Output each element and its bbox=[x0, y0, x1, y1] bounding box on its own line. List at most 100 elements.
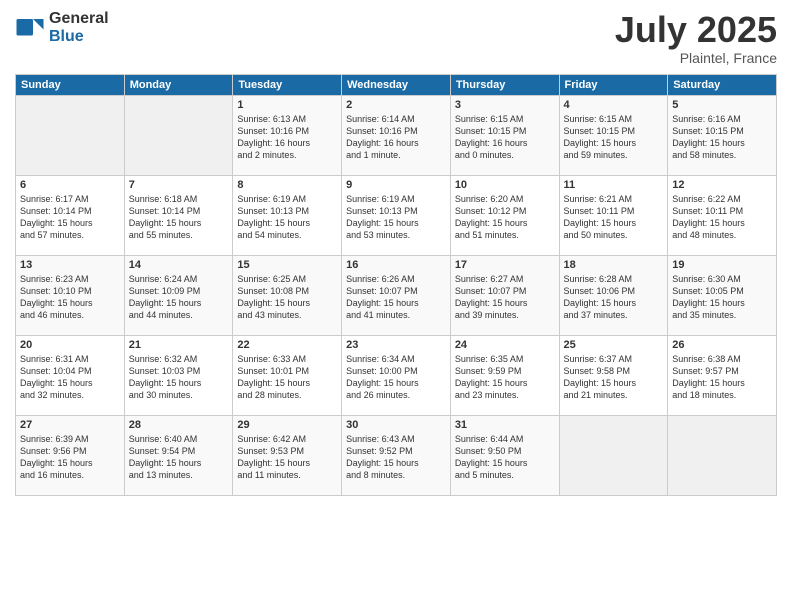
day-info: Sunrise: 6:19 AM Sunset: 10:13 PM Daylig… bbox=[346, 193, 446, 242]
week-row-2: 13Sunrise: 6:23 AM Sunset: 10:10 PM Dayl… bbox=[16, 255, 777, 335]
day-number: 2 bbox=[346, 99, 446, 111]
day-number: 14 bbox=[129, 259, 229, 271]
day-info: Sunrise: 6:20 AM Sunset: 10:12 PM Daylig… bbox=[455, 193, 555, 242]
day-cell: 18Sunrise: 6:28 AM Sunset: 10:06 PM Dayl… bbox=[559, 255, 668, 335]
day-info: Sunrise: 6:40 AM Sunset: 9:54 PM Dayligh… bbox=[129, 433, 229, 482]
day-info: Sunrise: 6:24 AM Sunset: 10:09 PM Daylig… bbox=[129, 273, 229, 322]
logo: General Blue bbox=[15, 10, 109, 45]
day-number: 10 bbox=[455, 179, 555, 191]
day-cell: 3Sunrise: 6:15 AM Sunset: 10:15 PM Dayli… bbox=[450, 95, 559, 175]
day-info: Sunrise: 6:37 AM Sunset: 9:58 PM Dayligh… bbox=[564, 353, 664, 402]
day-number: 1 bbox=[237, 99, 337, 111]
day-cell: 31 Sunrise: 6:44 AM Sunset: 9:50 PM Dayli… bbox=[450, 415, 559, 495]
col-monday: Monday bbox=[124, 74, 233, 95]
day-number: 8 bbox=[237, 179, 337, 191]
day-number: 15 bbox=[237, 259, 337, 271]
day-info: Sunrise: 6:38 AM Sunset: 9:57 PM Dayligh… bbox=[672, 353, 772, 402]
day-info: Sunrise: 6:15 AM Sunset: 10:15 PM Daylig… bbox=[564, 113, 664, 162]
day-number: 23 bbox=[346, 339, 446, 351]
day-cell: 9Sunrise: 6:19 AM Sunset: 10:13 PM Dayli… bbox=[342, 175, 451, 255]
day-cell: 2Sunrise: 6:14 AM Sunset: 10:16 PM Dayli… bbox=[342, 95, 451, 175]
day-cell: 22Sunrise: 6:33 AM Sunset: 10:01 PM Dayl… bbox=[233, 335, 342, 415]
day-info: Sunrise: 6:15 AM Sunset: 10:15 PM Daylig… bbox=[455, 113, 555, 162]
calendar-header: Sunday Monday Tuesday Wednesday Thursday… bbox=[16, 74, 777, 95]
day-info: Sunrise: 6:44 AM Sunset: 9:50 PM Dayligh… bbox=[455, 433, 555, 482]
day-info: Sunrise: 6:21 AM Sunset: 10:11 PM Daylig… bbox=[564, 193, 664, 242]
week-row-3: 20 Sunrise: 6:31 AM Sunset: 10:04 PM Dayl… bbox=[16, 335, 777, 415]
calendar-body: 1 Sunrise: 6:13 AM Sunset: 10:16 PM Dayli… bbox=[16, 95, 777, 495]
col-thursday: Thursday bbox=[450, 74, 559, 95]
day-number: 17 bbox=[455, 259, 555, 271]
col-saturday: Saturday bbox=[668, 74, 777, 95]
day-cell: 16 Sunrise: 6:26 AM Sunset: 10:07 PM Dayl… bbox=[342, 255, 451, 335]
day-info: Sunrise: 6:31 AM Sunset: 10:04 PM Daylig… bbox=[20, 353, 120, 402]
day-number: 21 bbox=[129, 339, 229, 351]
day-number: 25 bbox=[564, 339, 664, 351]
day-cell: 13Sunrise: 6:23 AM Sunset: 10:10 PM Dayl… bbox=[16, 255, 125, 335]
week-row-4: 27Sunrise: 6:39 AM Sunset: 9:56 PM Dayli… bbox=[16, 415, 777, 495]
calendar-table: Sunday Monday Tuesday Wednesday Thursday… bbox=[15, 74, 777, 496]
day-cell bbox=[559, 415, 668, 495]
logo-general: General bbox=[49, 10, 109, 28]
day-cell: 15 Sunrise: 6:25 AM Sunset: 10:08 PM Dayl… bbox=[233, 255, 342, 335]
day-number: 7 bbox=[129, 179, 229, 191]
day-info: Sunrise: 6:16 AM Sunset: 10:15 PM Daylig… bbox=[672, 113, 772, 162]
day-cell: 26 Sunrise: 6:38 AM Sunset: 9:57 PM Dayli… bbox=[668, 335, 777, 415]
day-info: Sunrise: 6:25 AM Sunset: 10:08 PM Daylig… bbox=[237, 273, 337, 322]
day-cell: 28 Sunrise: 6:40 AM Sunset: 9:54 PM Dayli… bbox=[124, 415, 233, 495]
day-cell: 1 Sunrise: 6:13 AM Sunset: 10:16 PM Dayli… bbox=[233, 95, 342, 175]
day-cell bbox=[668, 415, 777, 495]
day-number: 19 bbox=[672, 259, 772, 271]
day-number: 12 bbox=[672, 179, 772, 191]
col-wednesday: Wednesday bbox=[342, 74, 451, 95]
day-number: 6 bbox=[20, 179, 120, 191]
col-friday: Friday bbox=[559, 74, 668, 95]
day-cell: 27Sunrise: 6:39 AM Sunset: 9:56 PM Dayli… bbox=[16, 415, 125, 495]
day-info: Sunrise: 6:19 AM Sunset: 10:13 PM Daylig… bbox=[237, 193, 337, 242]
day-info: Sunrise: 6:26 AM Sunset: 10:07 PM Daylig… bbox=[346, 273, 446, 322]
header: General Blue July 2025 Plaintel, France bbox=[15, 10, 777, 66]
day-cell: 10 Sunrise: 6:20 AM Sunset: 10:12 PM Dayl… bbox=[450, 175, 559, 255]
day-cell: 14 Sunrise: 6:24 AM Sunset: 10:09 PM Dayl… bbox=[124, 255, 233, 335]
logo-icon bbox=[15, 13, 45, 43]
day-cell: 11Sunrise: 6:21 AM Sunset: 10:11 PM Dayl… bbox=[559, 175, 668, 255]
day-number: 20 bbox=[20, 339, 120, 351]
day-number: 4 bbox=[564, 99, 664, 111]
day-info: Sunrise: 6:35 AM Sunset: 9:59 PM Dayligh… bbox=[455, 353, 555, 402]
day-number: 22 bbox=[237, 339, 337, 351]
day-cell: 4 Sunrise: 6:15 AM Sunset: 10:15 PM Dayli… bbox=[559, 95, 668, 175]
day-number: 30 bbox=[346, 419, 446, 431]
day-number: 26 bbox=[672, 339, 772, 351]
week-row-0: 1 Sunrise: 6:13 AM Sunset: 10:16 PM Dayli… bbox=[16, 95, 777, 175]
day-cell: 12 Sunrise: 6:22 AM Sunset: 10:11 PM Dayl… bbox=[668, 175, 777, 255]
day-cell: 19 Sunrise: 6:30 AM Sunset: 10:05 PM Dayl… bbox=[668, 255, 777, 335]
day-info: Sunrise: 6:28 AM Sunset: 10:06 PM Daylig… bbox=[564, 273, 664, 322]
week-row-1: 6Sunrise: 6:17 AM Sunset: 10:14 PM Dayli… bbox=[16, 175, 777, 255]
day-number: 27 bbox=[20, 419, 120, 431]
day-number: 16 bbox=[346, 259, 446, 271]
day-cell: 8 Sunrise: 6:19 AM Sunset: 10:13 PM Dayli… bbox=[233, 175, 342, 255]
day-info: Sunrise: 6:23 AM Sunset: 10:10 PM Daylig… bbox=[20, 273, 120, 322]
day-info: Sunrise: 6:43 AM Sunset: 9:52 PM Dayligh… bbox=[346, 433, 446, 482]
day-cell: 29Sunrise: 6:42 AM Sunset: 9:53 PM Dayli… bbox=[233, 415, 342, 495]
day-info: Sunrise: 6:22 AM Sunset: 10:11 PM Daylig… bbox=[672, 193, 772, 242]
day-info: Sunrise: 6:27 AM Sunset: 10:07 PM Daylig… bbox=[455, 273, 555, 322]
month-title: July 2025 bbox=[615, 10, 777, 50]
day-info: Sunrise: 6:30 AM Sunset: 10:05 PM Daylig… bbox=[672, 273, 772, 322]
col-sunday: Sunday bbox=[16, 74, 125, 95]
day-cell: 21Sunrise: 6:32 AM Sunset: 10:03 PM Dayl… bbox=[124, 335, 233, 415]
logo-blue: Blue bbox=[49, 28, 109, 46]
day-number: 31 bbox=[455, 419, 555, 431]
day-cell: 25 Sunrise: 6:37 AM Sunset: 9:58 PM Dayli… bbox=[559, 335, 668, 415]
day-cell: 5Sunrise: 6:16 AM Sunset: 10:15 PM Dayli… bbox=[668, 95, 777, 175]
title-block: July 2025 Plaintel, France bbox=[615, 10, 777, 66]
location: Plaintel, France bbox=[615, 50, 777, 66]
day-cell: 7Sunrise: 6:18 AM Sunset: 10:14 PM Dayli… bbox=[124, 175, 233, 255]
day-info: Sunrise: 6:13 AM Sunset: 10:16 PM Daylig… bbox=[237, 113, 337, 162]
day-number: 24 bbox=[455, 339, 555, 351]
day-number: 28 bbox=[129, 419, 229, 431]
header-row: Sunday Monday Tuesday Wednesday Thursday… bbox=[16, 74, 777, 95]
day-cell: 23Sunrise: 6:34 AM Sunset: 10:00 PM Dayl… bbox=[342, 335, 451, 415]
day-cell: 24 Sunrise: 6:35 AM Sunset: 9:59 PM Dayli… bbox=[450, 335, 559, 415]
day-cell: 17 Sunrise: 6:27 AM Sunset: 10:07 PM Dayl… bbox=[450, 255, 559, 335]
